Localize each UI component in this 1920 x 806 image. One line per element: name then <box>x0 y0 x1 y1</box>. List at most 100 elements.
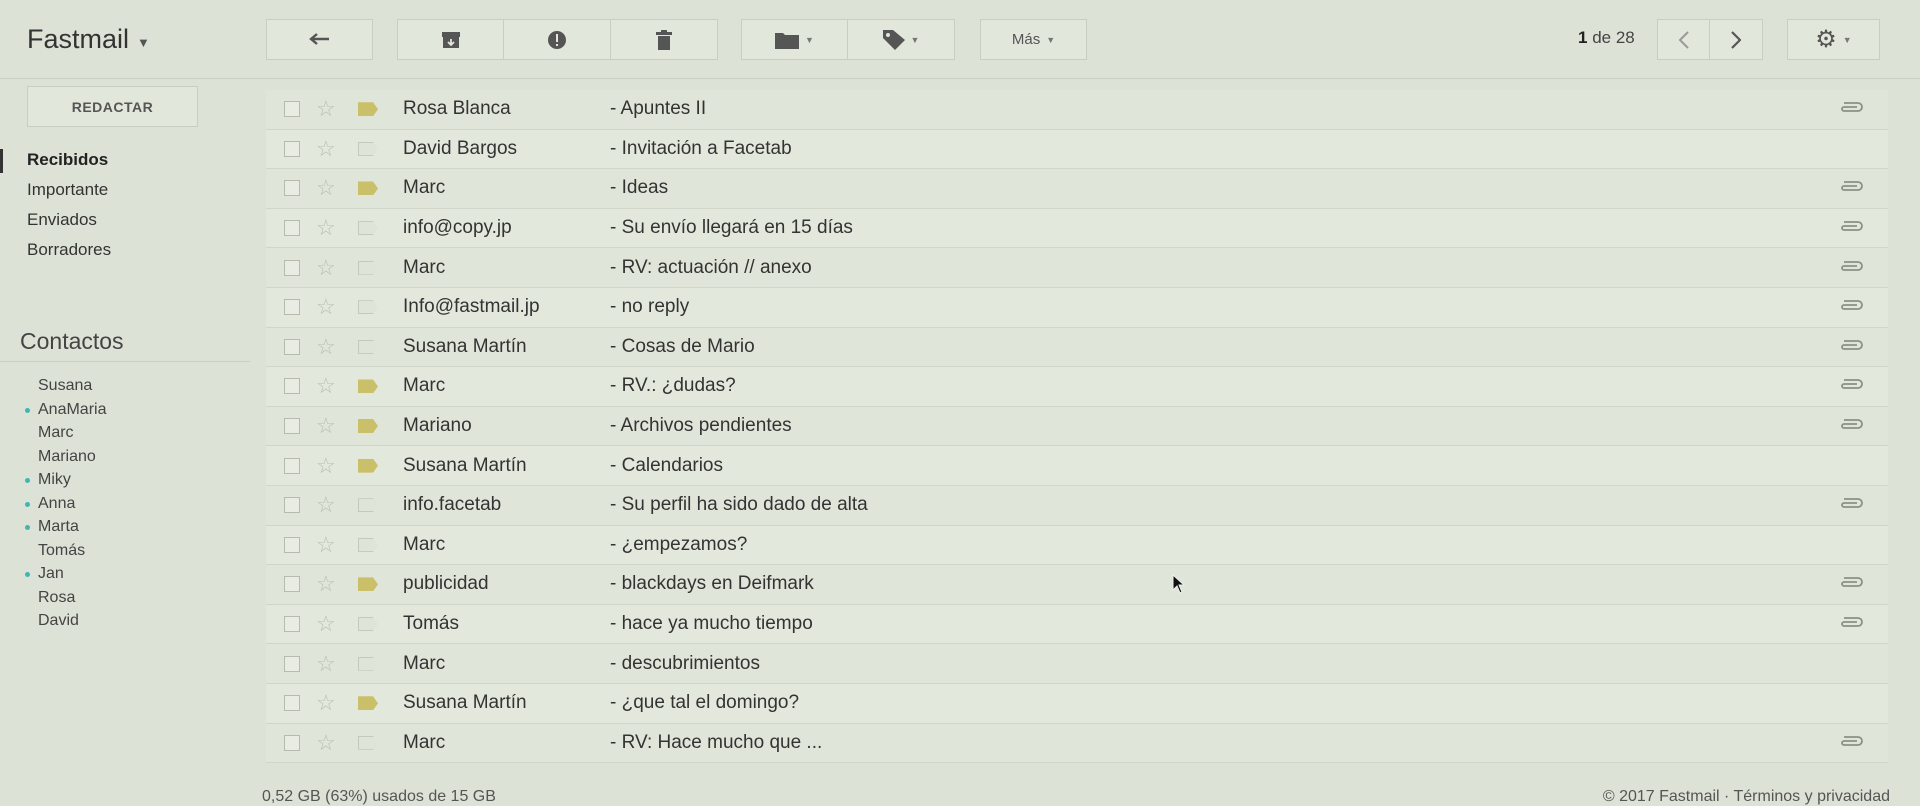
star-icon[interactable]: ☆ <box>316 533 336 556</box>
contact-item[interactable]: Miky <box>0 468 250 492</box>
email-row[interactable]: ☆ Susana Martín - Cosas de Mario <box>266 327 1888 368</box>
email-sender: Marc <box>403 256 446 278</box>
select-checkbox[interactable] <box>284 378 300 395</box>
importance-marker-icon[interactable] <box>358 735 378 750</box>
star-icon[interactable]: ☆ <box>316 296 336 318</box>
email-row[interactable]: ☆ Mariano - Archivos pendientes <box>266 406 1888 447</box>
select-checkbox[interactable] <box>284 338 300 355</box>
move-to-button[interactable]: ▼ <box>741 19 848 60</box>
select-checkbox[interactable] <box>284 259 300 276</box>
star-icon[interactable]: ☆ <box>316 375 336 397</box>
contact-item[interactable]: Anna <box>0 492 250 516</box>
footer-links[interactable]: © 2017 Fastmail · Términos y privacidad <box>1603 788 1890 806</box>
contact-item[interactable]: Susana <box>0 374 250 398</box>
pager-current: 1 <box>1578 28 1588 47</box>
star-icon[interactable]: ☆ <box>316 98 336 120</box>
sidebar-item-borradores[interactable]: Borradores <box>0 235 250 265</box>
email-row[interactable]: ☆ Marc - RV: actuación // anexo <box>266 248 1888 288</box>
select-checkbox[interactable] <box>284 655 300 672</box>
contact-item[interactable]: AnaMaria <box>0 398 250 422</box>
sidebar-item-enviados[interactable]: Enviados <box>0 205 250 235</box>
star-icon[interactable]: ☆ <box>316 731 336 754</box>
labels-button[interactable]: ▼ <box>848 19 955 60</box>
attachment-icon <box>1838 338 1864 356</box>
importance-marker-icon[interactable] <box>358 537 378 552</box>
spam-button[interactable] <box>504 19 611 60</box>
importance-marker-icon[interactable] <box>358 458 378 473</box>
star-icon[interactable]: ☆ <box>316 613 336 635</box>
more-button[interactable]: Más ▼ <box>980 19 1087 60</box>
star-icon[interactable]: ☆ <box>316 692 336 714</box>
select-checkbox[interactable] <box>284 695 300 712</box>
select-checkbox[interactable] <box>284 101 300 118</box>
reply-button[interactable] <box>266 19 373 60</box>
email-row[interactable]: ☆ Rosa Blanca - Apuntes II <box>266 90 1888 130</box>
contact-item[interactable]: Marta <box>0 515 250 539</box>
next-page-button[interactable] <box>1710 19 1763 60</box>
select-checkbox[interactable] <box>284 457 300 474</box>
importance-marker-icon[interactable] <box>358 181 378 196</box>
importance-marker-icon[interactable] <box>358 221 378 236</box>
email-row[interactable]: ☆ Susana Martín - ¿que tal el domingo? <box>266 683 1888 724</box>
importance-marker-icon[interactable] <box>358 577 378 592</box>
select-checkbox[interactable] <box>284 418 300 435</box>
email-subject: - Cosas de Mario <box>610 335 755 357</box>
select-checkbox[interactable] <box>284 497 300 514</box>
select-checkbox[interactable] <box>284 576 300 593</box>
email-row[interactable]: ☆ David Bargos - Invitación a Facetab <box>266 129 1888 170</box>
star-icon[interactable]: ☆ <box>316 454 336 477</box>
star-icon[interactable]: ☆ <box>316 177 336 199</box>
email-row[interactable]: ☆ Marc - descubrimientos <box>266 644 1888 684</box>
email-row[interactable]: ☆ Marc - RV: Hace mucho que ... <box>266 723 1888 764</box>
prev-page-button[interactable] <box>1657 19 1710 60</box>
importance-marker-icon[interactable] <box>358 379 378 394</box>
contact-item[interactable]: Mariano <box>0 445 250 469</box>
contact-item[interactable]: Rosa <box>0 586 250 610</box>
select-checkbox[interactable] <box>284 220 300 237</box>
star-icon[interactable]: ☆ <box>316 137 336 160</box>
star-icon[interactable]: ☆ <box>316 335 336 358</box>
importance-marker-icon[interactable] <box>358 498 378 513</box>
importance-marker-icon[interactable] <box>358 617 378 632</box>
email-row[interactable]: ☆ Tomás - hace ya mucho tiempo <box>266 604 1888 645</box>
star-icon[interactable]: ☆ <box>316 217 336 239</box>
compose-button[interactable]: REDACTAR <box>27 86 198 127</box>
importance-marker-icon[interactable] <box>358 102 378 117</box>
star-icon[interactable]: ☆ <box>316 494 336 516</box>
select-checkbox[interactable] <box>284 536 300 553</box>
importance-marker-icon[interactable] <box>358 419 378 434</box>
email-row[interactable]: ☆ Marc - Ideas <box>266 169 1888 209</box>
brand-menu[interactable]: Fastmail ▼ <box>27 24 150 55</box>
archive-button[interactable] <box>397 19 504 60</box>
sidebar-item-importante[interactable]: Importante <box>0 175 250 205</box>
contact-item[interactable]: Marc <box>0 421 250 445</box>
email-row[interactable]: ☆ Marc - ¿empezamos? <box>266 525 1888 566</box>
sidebar-item-recibidos[interactable]: Recibidos <box>0 145 250 175</box>
importance-marker-icon[interactable] <box>358 696 378 711</box>
email-row[interactable]: ☆ publicidad - blackdays en Deifmark <box>266 565 1888 605</box>
email-row[interactable]: ☆ info.facetab - Su perfil ha sido dado de… <box>266 485 1888 526</box>
importance-marker-icon[interactable] <box>358 260 378 275</box>
importance-marker-icon[interactable] <box>358 656 378 671</box>
settings-button[interactable]: ⚙ ▼ <box>1787 19 1880 60</box>
star-icon[interactable]: ☆ <box>316 573 336 595</box>
importance-marker-icon[interactable] <box>358 300 378 315</box>
email-row[interactable]: ☆ Marc - RV.: ¿dudas? <box>266 367 1888 407</box>
importance-marker-icon[interactable] <box>358 339 378 354</box>
contact-item[interactable]: David <box>0 609 250 633</box>
delete-button[interactable] <box>611 19 718 60</box>
star-icon[interactable]: ☆ <box>316 652 336 675</box>
select-checkbox[interactable] <box>284 616 300 633</box>
select-checkbox[interactable] <box>284 734 300 751</box>
select-checkbox[interactable] <box>284 180 300 197</box>
contact-item[interactable]: Tomás <box>0 539 250 563</box>
select-checkbox[interactable] <box>284 299 300 316</box>
star-icon[interactable]: ☆ <box>316 256 336 279</box>
email-row[interactable]: ☆ Susana Martín - Calendarios <box>266 446 1888 486</box>
email-row[interactable]: ☆ info@copy.jp - Su envío llegará en 15 dí… <box>266 208 1888 249</box>
importance-marker-icon[interactable] <box>358 141 378 156</box>
star-icon[interactable]: ☆ <box>316 415 336 437</box>
select-checkbox[interactable] <box>284 140 300 157</box>
contact-item[interactable]: Jan <box>0 562 250 586</box>
email-row[interactable]: ☆ Info@fastmail.jp - no reply <box>266 287 1888 328</box>
